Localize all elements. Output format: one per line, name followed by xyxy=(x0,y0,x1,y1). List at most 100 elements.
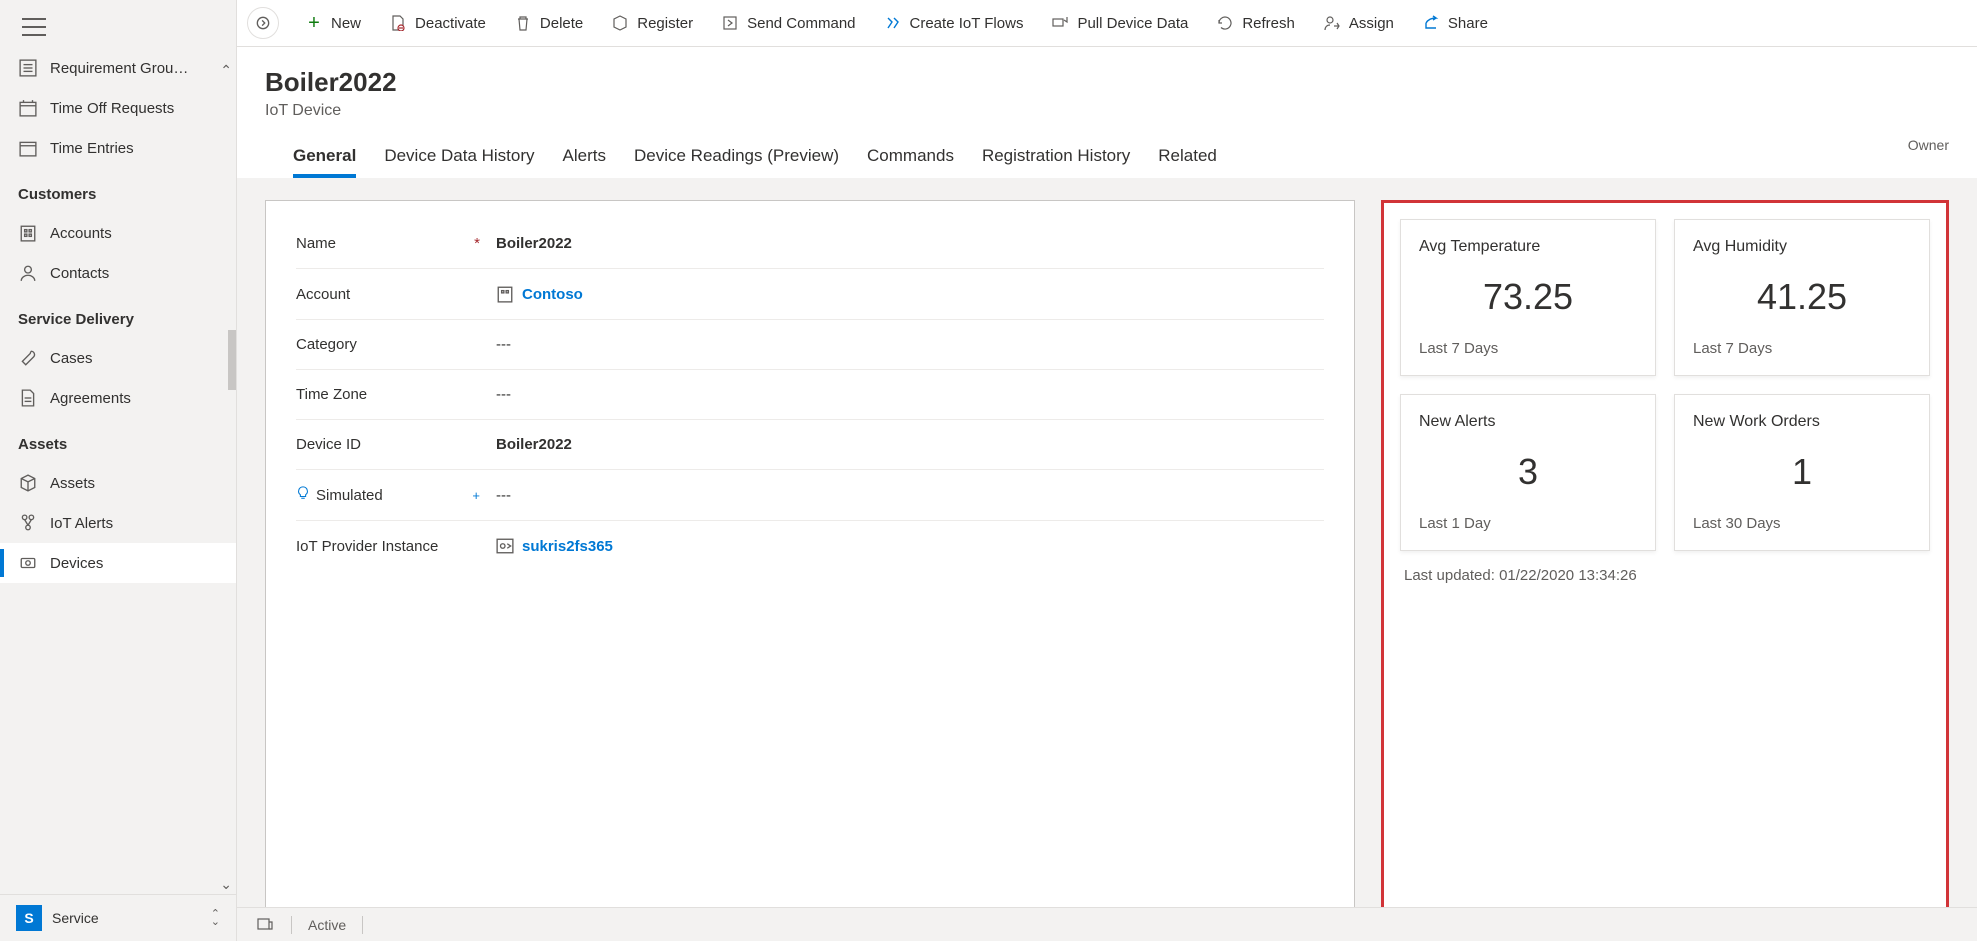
sidebar-item-time-off[interactable]: Time Off Requests xyxy=(0,88,236,128)
plus-icon: + xyxy=(305,14,323,32)
trash-icon xyxy=(514,14,532,32)
sidebar-item-label: Time Entries xyxy=(50,140,134,157)
app-name: Service xyxy=(52,910,99,926)
device-icon xyxy=(18,553,38,573)
card-new-work-orders: New Work Orders 1 Last 30 Days xyxy=(1674,394,1930,551)
tab-commands[interactable]: Commands xyxy=(867,138,954,178)
card-value: 1 xyxy=(1693,441,1911,515)
refresh-button[interactable]: Refresh xyxy=(1202,6,1309,40)
new-button[interactable]: +New xyxy=(291,6,375,40)
divider xyxy=(291,916,292,934)
sidebar-item-iot-alerts[interactable]: IoT Alerts xyxy=(0,503,236,543)
recommended-indicator: + xyxy=(472,488,496,503)
cmd-label: Share xyxy=(1448,15,1488,32)
field-time-zone[interactable]: Time Zone --- xyxy=(296,370,1324,420)
tabs: General Device Data History Alerts Devic… xyxy=(265,138,1949,178)
tab-general[interactable]: General xyxy=(293,138,356,178)
sidebar-item-devices[interactable]: Devices xyxy=(0,543,236,583)
hint-bulb-icon xyxy=(296,486,310,504)
list-icon xyxy=(18,58,38,78)
scrollbar-thumb[interactable] xyxy=(228,330,236,390)
field-category[interactable]: Category --- xyxy=(296,320,1324,370)
field-value: --- xyxy=(496,336,1324,353)
wrench-icon xyxy=(18,348,38,368)
send-icon xyxy=(721,14,739,32)
deactivate-button[interactable]: Deactivate xyxy=(375,6,500,40)
status-text: Active xyxy=(308,917,346,933)
chevron-down-icon[interactable]: ⌄ xyxy=(220,876,232,893)
card-value: 41.25 xyxy=(1693,266,1911,340)
sidebar-item-accounts[interactable]: Accounts xyxy=(0,213,236,253)
app-switcher[interactable]: S Service ⌃⌄ xyxy=(0,894,236,941)
delete-button[interactable]: Delete xyxy=(500,6,597,40)
sidebar-item-contacts[interactable]: Contacts xyxy=(0,253,236,293)
sidebar-item-label: Assets xyxy=(50,475,95,492)
cmd-label: Create IoT Flows xyxy=(910,15,1024,32)
deactivate-icon xyxy=(389,14,407,32)
sidebar-item-label: Time Off Requests xyxy=(50,100,174,117)
assign-button[interactable]: Assign xyxy=(1309,6,1408,40)
tab-alerts[interactable]: Alerts xyxy=(563,138,606,178)
cube-icon xyxy=(18,473,38,493)
section-assets: Assets xyxy=(0,422,236,459)
field-iot-provider[interactable]: IoT Provider Instance sukris2fs365 xyxy=(296,521,1324,571)
field-label: Device ID xyxy=(296,436,361,453)
status-icon[interactable] xyxy=(257,916,275,934)
owner-label: Owner xyxy=(1908,137,1949,153)
sidebar-item-label: IoT Alerts xyxy=(50,515,113,532)
register-icon xyxy=(611,14,629,32)
card-subtitle: Last 7 Days xyxy=(1693,340,1911,357)
sidebar-item-requirement-group[interactable]: Requirement Grou… xyxy=(0,48,236,88)
app-switcher-arrows-icon[interactable]: ⌃⌄ xyxy=(211,910,220,926)
pull-device-data-button[interactable]: Pull Device Data xyxy=(1037,6,1202,40)
cmd-label: Send Command xyxy=(747,15,855,32)
required-indicator: * xyxy=(474,235,496,252)
cmd-label: Pull Device Data xyxy=(1077,15,1188,32)
sidebar: ⌃ Requirement Grou… Time Off Requests Ti… xyxy=(0,0,237,941)
card-value: 73.25 xyxy=(1419,266,1637,340)
field-label: Simulated xyxy=(316,487,383,504)
tab-device-data-history[interactable]: Device Data History xyxy=(384,138,534,178)
tab-related[interactable]: Related xyxy=(1158,138,1217,178)
building-icon xyxy=(496,285,514,303)
provider-link[interactable]: sukris2fs365 xyxy=(522,538,613,555)
card-subtitle: Last 30 Days xyxy=(1693,515,1911,532)
account-link[interactable]: Contoso xyxy=(522,286,583,303)
register-button[interactable]: Register xyxy=(597,6,707,40)
field-value: --- xyxy=(496,487,1324,504)
building-icon xyxy=(18,223,38,243)
field-simulated[interactable]: Simulated + --- xyxy=(296,470,1324,521)
field-device-id[interactable]: Device ID Boiler2022 xyxy=(296,420,1324,470)
field-label: Account xyxy=(296,286,350,303)
card-subtitle: Last 1 Day xyxy=(1419,515,1637,532)
back-button[interactable] xyxy=(247,7,279,39)
card-avg-humidity: Avg Humidity 41.25 Last 7 Days xyxy=(1674,219,1930,376)
card-subtitle: Last 7 Days xyxy=(1419,340,1637,357)
sidebar-item-assets[interactable]: Assets xyxy=(0,463,236,503)
record-header: Boiler2022 IoT Device Owner General Devi… xyxy=(237,47,1977,178)
cmd-label: Assign xyxy=(1349,15,1394,32)
card-title: Avg Humidity xyxy=(1693,238,1911,256)
sidebar-item-label: Contacts xyxy=(50,265,109,282)
sidebar-item-label: Requirement Grou… xyxy=(50,60,188,77)
card-title: New Work Orders xyxy=(1693,413,1911,431)
assign-icon xyxy=(1323,14,1341,32)
create-iot-flows-button[interactable]: Create IoT Flows xyxy=(870,6,1038,40)
field-account[interactable]: Account Contoso xyxy=(296,269,1324,320)
calendar-icon xyxy=(18,138,38,158)
send-command-button[interactable]: Send Command xyxy=(707,6,869,40)
section-customers: Customers xyxy=(0,172,236,209)
sidebar-item-time-entries[interactable]: Time Entries xyxy=(0,128,236,168)
tab-registration-history[interactable]: Registration History xyxy=(982,138,1130,178)
app-badge: S xyxy=(16,905,42,931)
field-label: IoT Provider Instance xyxy=(296,538,438,555)
document-icon xyxy=(18,388,38,408)
provider-icon xyxy=(496,537,514,555)
section-service-delivery: Service Delivery xyxy=(0,297,236,334)
hamburger-menu-icon[interactable] xyxy=(22,18,46,36)
field-name[interactable]: Name* Boiler2022 xyxy=(296,219,1324,269)
sidebar-item-cases[interactable]: Cases xyxy=(0,338,236,378)
tab-device-readings[interactable]: Device Readings (Preview) xyxy=(634,138,839,178)
sidebar-item-agreements[interactable]: Agreements xyxy=(0,378,236,418)
share-button[interactable]: Share xyxy=(1408,6,1502,40)
